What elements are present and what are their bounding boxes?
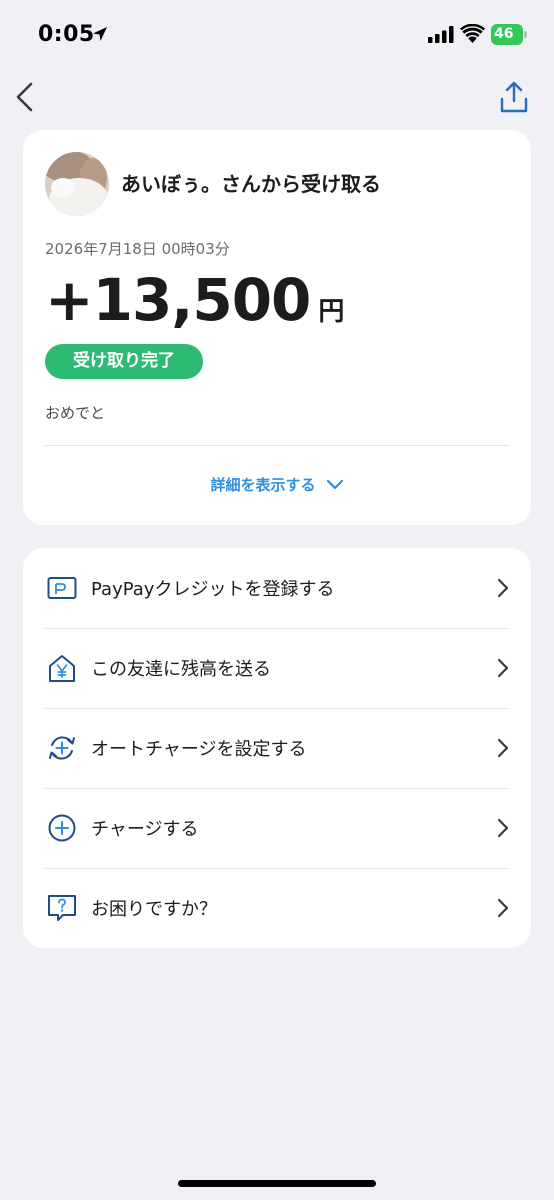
- menu-item-label: お困りですか？: [91, 899, 217, 920]
- menu-item-label: この友達に残高を送る: [91, 659, 271, 680]
- transaction-datetime: 2026年7月18日 00時03分: [45, 240, 230, 258]
- avatar-photo-icon: [45, 152, 109, 216]
- show-details-label: 詳細を表示する: [210, 476, 316, 494]
- menu-item-register-credit[interactable]: PayPayクレジットを登録する: [23, 548, 531, 628]
- cellular-signal-icon: [428, 26, 454, 43]
- transaction-card: あいぼぅ。さんから受け取る 2026年7月18日 00時03分 +13,500 …: [23, 130, 531, 525]
- menu-item-charge[interactable]: チャージする: [23, 788, 531, 868]
- location-arrow-icon: [93, 27, 107, 41]
- battery-indicator: 46: [491, 24, 527, 45]
- transaction-message: おめでと: [45, 404, 106, 422]
- transaction-title: あいぼぅ。さんから受け取る: [121, 172, 381, 196]
- menu-item-label: PayPayクレジットを登録する: [91, 579, 335, 600]
- menu-item-help[interactable]: お困りですか？: [23, 868, 531, 948]
- chevron-right-icon: [497, 818, 509, 838]
- home-indicator[interactable]: [178, 1180, 376, 1187]
- help-chat-icon: [48, 895, 76, 921]
- chevron-right-icon: [497, 578, 509, 598]
- divider: [45, 445, 509, 446]
- amount-row: +13,500 円: [45, 266, 345, 334]
- wifi-icon: [460, 24, 485, 43]
- yen-house-icon: [49, 655, 75, 682]
- menu-item-auto-charge[interactable]: オートチャージを設定する: [23, 708, 531, 788]
- credit-card-icon: [47, 577, 77, 599]
- avatar[interactable]: [45, 152, 109, 216]
- actions-card: PayPayクレジットを登録する この友達に残高を送る オートチャージを設定する…: [23, 548, 531, 948]
- chevron-right-icon: [497, 898, 509, 918]
- menu-item-label: オートチャージを設定する: [91, 739, 307, 760]
- status-badge: 受け取り完了: [45, 344, 203, 379]
- auto-charge-icon: [49, 736, 75, 760]
- battery-cap: [524, 31, 527, 38]
- screen: 0:05 46 あいぼぅ。さんから受け取る 2026年7月18日 00時03分 …: [0, 0, 554, 1200]
- amount-currency: 円: [318, 297, 345, 327]
- status-time: 0:05: [38, 22, 95, 47]
- chevron-down-icon: [326, 479, 343, 489]
- back-chevron-icon[interactable]: [12, 82, 38, 112]
- chevron-right-icon: [497, 738, 509, 758]
- amount-value: +13,500: [45, 266, 311, 334]
- status-bar: 0:05 46: [0, 0, 554, 70]
- plus-circle-icon: [48, 814, 76, 842]
- menu-item-send-balance[interactable]: この友達に残高を送る: [23, 628, 531, 708]
- battery-level: 46: [491, 24, 523, 45]
- show-details-button[interactable]: 詳細を表示する: [23, 474, 531, 495]
- menu-item-label: チャージする: [91, 819, 199, 840]
- share-icon[interactable]: [499, 80, 529, 114]
- chevron-right-icon: [497, 658, 509, 678]
